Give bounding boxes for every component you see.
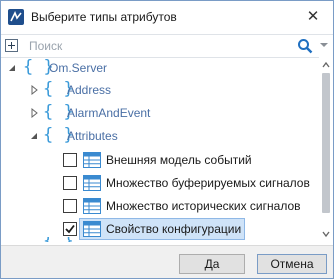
tree-node-attributes[interactable]: { } Attributes: [1, 125, 319, 147]
close-icon: ✕: [306, 8, 320, 25]
expanded-arrow-icon[interactable]: [29, 131, 39, 141]
close-button[interactable]: ✕: [293, 1, 333, 31]
tree-node-label: Attributes: [67, 129, 118, 143]
collapsed-arrow-icon[interactable]: [29, 108, 39, 118]
tree-node-label: Om.Server: [49, 61, 108, 75]
tree-leaf-label: Внешняя модель событий: [106, 153, 252, 167]
tree-leaf-label: Множество исторических сигналов: [106, 199, 301, 213]
collapsed-arrow-icon[interactable]: [29, 85, 39, 95]
tree-leaf-label: Множество буферируемых сигналов: [106, 176, 310, 190]
dialog-footer: Да Отмена: [1, 245, 333, 278]
table-icon: [83, 175, 101, 191]
chevron-down-icon[interactable]: [319, 40, 329, 50]
search-input[interactable]: [25, 37, 289, 54]
checkbox[interactable]: [63, 176, 77, 190]
tree-leaf-label: Свойство конфигурации: [106, 222, 242, 236]
table-icon: [83, 221, 101, 237]
scroll-down-icon[interactable]: [321, 229, 331, 239]
tree-node-om-server[interactable]: { } Om.Server: [1, 57, 319, 79]
dialog-title: Выберите типы атрибутов: [31, 10, 177, 24]
tree-leaf-historical-signals[interactable]: Множество исторических сигналов: [1, 195, 319, 217]
tree-leaf-external-event-model[interactable]: Внешняя модель событий: [1, 149, 319, 171]
cancel-button[interactable]: Отмена: [257, 254, 327, 274]
table-icon: [83, 198, 101, 214]
app-logo-icon: [8, 9, 24, 25]
expanded-arrow-icon[interactable]: [7, 63, 17, 73]
search-bar: [1, 34, 333, 58]
scroll-up-icon[interactable]: [321, 60, 331, 70]
tree-node-partial: { }: [1, 237, 319, 242]
tree-leaf-buffered-signals[interactable]: Множество буферируемых сигналов: [1, 172, 319, 194]
scrollbar-thumb[interactable]: [322, 73, 330, 213]
checkmark-icon: [65, 224, 75, 234]
tree-node-alarm-and-event[interactable]: { } AlarmAndEvent: [1, 102, 319, 124]
attribute-tree: { } Om.Server { } Address { } AlarmAndEv…: [1, 57, 319, 242]
vertical-scrollbar[interactable]: [319, 57, 333, 242]
braces-icon: { }: [43, 237, 74, 242]
expand-all-button[interactable]: [5, 39, 18, 52]
tree-node-address[interactable]: { } Address: [1, 79, 319, 101]
title-bar: Выберите типы атрибутов ✕: [1, 1, 333, 33]
search-icon[interactable]: [297, 38, 313, 54]
tree-node-label: AlarmAndEvent: [67, 106, 151, 120]
attribute-types-dialog: Выберите типы атрибутов ✕ { } Om.Server: [0, 0, 334, 279]
ok-button[interactable]: Да: [179, 254, 245, 274]
checkbox-checked[interactable]: [63, 222, 77, 236]
checkbox[interactable]: [63, 153, 77, 167]
checkbox[interactable]: [63, 199, 77, 213]
tree-node-label: Address: [67, 83, 112, 97]
table-icon: [83, 152, 101, 168]
